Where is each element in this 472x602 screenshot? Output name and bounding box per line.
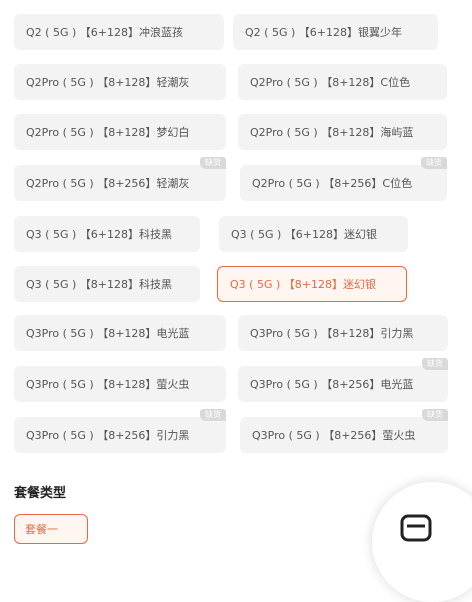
out-of-stock-badge: 缺货: [200, 409, 226, 421]
option-label: Q3Pro ( 5G ) 【8+128】电光蓝: [26, 327, 190, 340]
package-option-chip[interactable]: 套餐一: [14, 514, 88, 544]
option-chip[interactable]: Q2Pro ( 5G ) 【8+128】梦幻白: [14, 114, 226, 150]
option-chip[interactable]: Q2Pro ( 5G ) 【8+256】轻潮灰 缺货: [14, 157, 226, 201]
option-chip[interactable]: Q3 ( 5G ) 【6+128】迷幻银: [219, 216, 408, 252]
out-of-stock-badge: 缺货: [421, 157, 447, 169]
option-chip[interactable]: Q3Pro ( 5G ) 【8+256】电光蓝 缺货: [238, 358, 448, 402]
option-label: Q3 ( 5G ) 【6+128】科技黑: [26, 228, 172, 241]
option-label: Q3Pro ( 5G ) 【8+256】电光蓝: [250, 378, 414, 391]
option-label: Q2 ( 5G ) 【6+128】冲浪蓝孩: [26, 26, 183, 39]
option-chip[interactable]: Q3 ( 5G ) 【8+128】科技黑: [14, 266, 200, 302]
option-label: Q2Pro ( 5G ) 【8+256】轻潮灰: [26, 177, 190, 190]
floating-action-button[interactable]: [372, 482, 472, 602]
option-chip[interactable]: Q3Pro ( 5G ) 【8+128】引力黑: [238, 315, 448, 351]
package-type-title: 套餐类型: [14, 486, 67, 501]
option-label: Q3 ( 5G ) 【8+128】科技黑: [26, 278, 172, 291]
option-label: Q2Pro ( 5G ) 【8+128】海屿蓝: [250, 126, 414, 139]
option-chip[interactable]: Q2Pro ( 5G ) 【8+128】海屿蓝: [238, 114, 447, 150]
option-chip[interactable]: Q3Pro ( 5G ) 【8+256】萤火虫 缺货: [240, 409, 448, 453]
option-label: Q3Pro ( 5G ) 【8+256】萤火虫: [252, 429, 416, 442]
cart-icon: [400, 514, 432, 542]
option-label: Q3Pro ( 5G ) 【8+128】引力黑: [250, 327, 414, 340]
option-label: Q2Pro ( 5G ) 【8+128】轻潮灰: [26, 76, 190, 89]
option-chip[interactable]: Q3 ( 5G ) 【8+128】迷幻银: [217, 266, 407, 302]
option-chip[interactable]: Q3Pro ( 5G ) 【8+128】萤火虫: [14, 366, 226, 402]
option-label: Q3Pro ( 5G ) 【8+128】萤火虫: [26, 378, 190, 391]
out-of-stock-badge: 缺货: [200, 157, 226, 169]
option-chip[interactable]: Q2Pro ( 5G ) 【8+256】C位色 缺货: [240, 157, 447, 201]
option-chip[interactable]: Q2Pro ( 5G ) 【8+128】C位色: [238, 64, 447, 100]
out-of-stock-badge: 缺货: [422, 358, 448, 370]
option-chip[interactable]: Q3 ( 5G ) 【6+128】科技黑: [14, 216, 200, 252]
option-chip[interactable]: Q3Pro ( 5G ) 【8+128】电光蓝: [14, 315, 226, 351]
option-label: Q3 ( 5G ) 【8+128】迷幻银: [230, 278, 376, 291]
option-label: Q2Pro ( 5G ) 【8+128】C位色: [250, 76, 411, 89]
out-of-stock-badge: 缺货: [422, 409, 448, 421]
option-chip[interactable]: Q2Pro ( 5G ) 【8+128】轻潮灰: [14, 64, 226, 100]
option-chip[interactable]: Q2 ( 5G ) 【6+128】银翼少年: [233, 14, 438, 50]
option-label: Q3Pro ( 5G ) 【8+256】引力黑: [26, 429, 190, 442]
option-label: Q2Pro ( 5G ) 【8+128】梦幻白: [26, 126, 190, 139]
option-label: Q2Pro ( 5G ) 【8+256】C位色: [252, 177, 413, 190]
option-label: Q3 ( 5G ) 【6+128】迷幻银: [231, 228, 377, 241]
option-chip[interactable]: Q2 ( 5G ) 【6+128】冲浪蓝孩: [14, 14, 224, 50]
option-chip[interactable]: Q3Pro ( 5G ) 【8+256】引力黑 缺货: [14, 409, 226, 453]
option-label: Q2 ( 5G ) 【6+128】银翼少年: [245, 26, 402, 39]
